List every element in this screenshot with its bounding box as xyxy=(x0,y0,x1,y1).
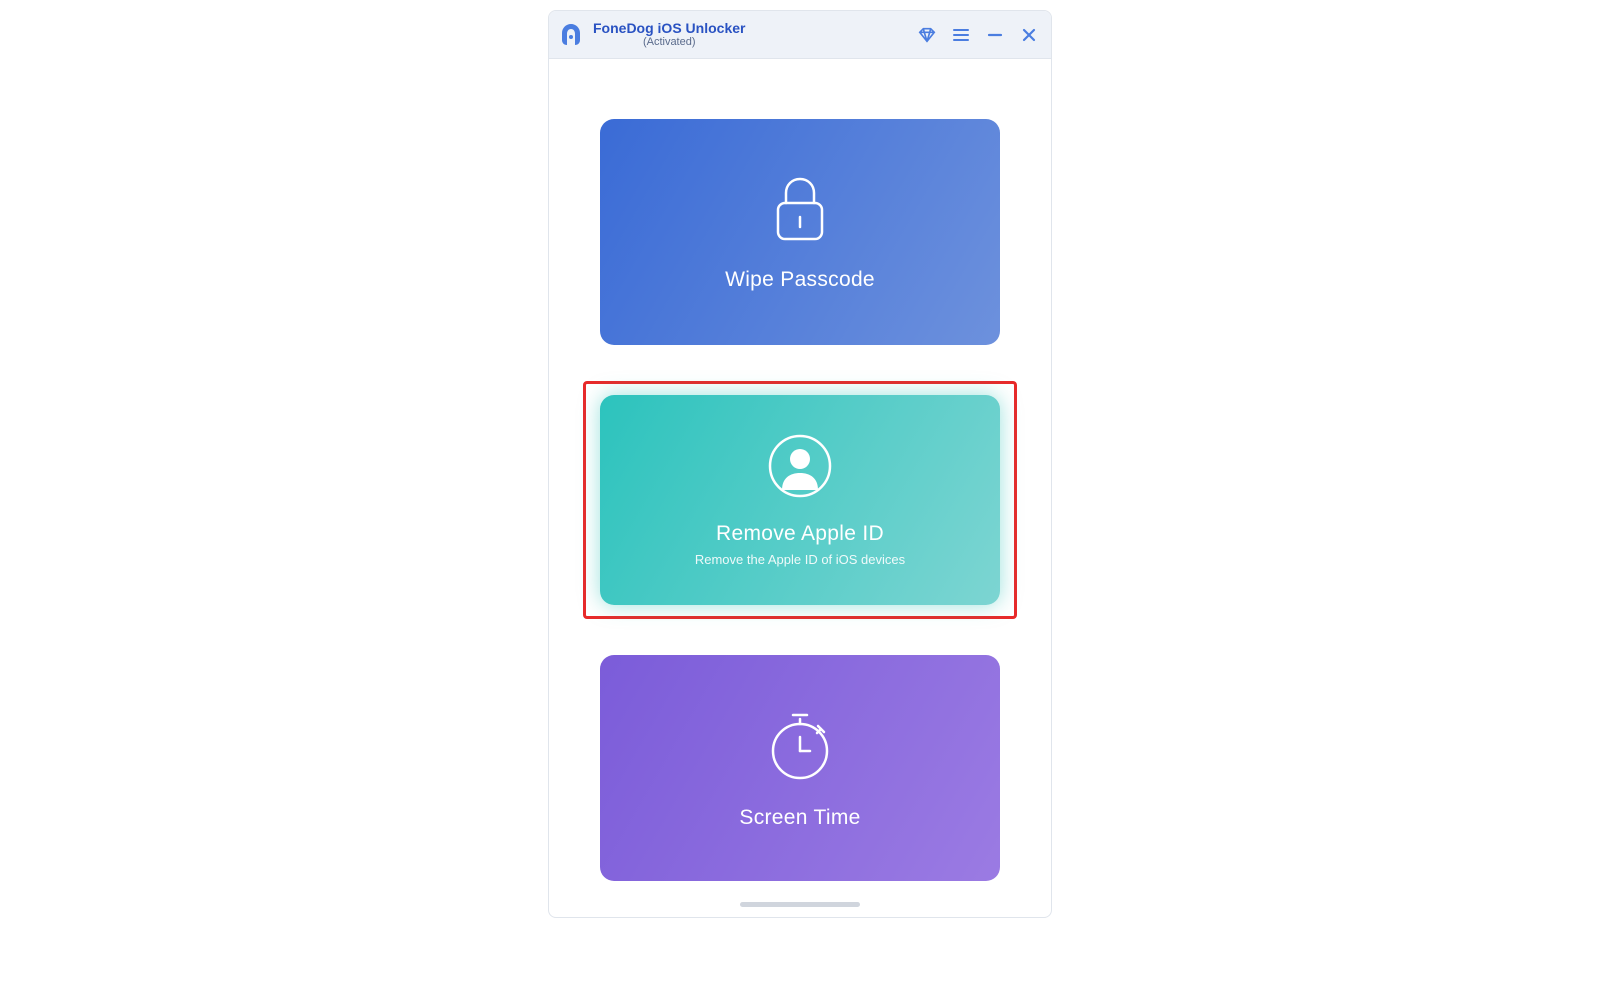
minimize-icon[interactable] xyxy=(985,25,1005,45)
remove-apple-id-card[interactable]: Remove Apple ID Remove the Apple ID of i… xyxy=(600,395,1000,605)
remove-apple-id-subtitle: Remove the Apple ID of iOS devices xyxy=(695,552,905,567)
wipe-passcode-card[interactable]: Wipe Passcode xyxy=(600,119,1000,345)
content-area: Wipe Passcode Remove Apple ID Remove the… xyxy=(549,59,1051,902)
title-actions xyxy=(917,25,1039,45)
person-circle-icon xyxy=(767,433,833,504)
wipe-passcode-title: Wipe Passcode xyxy=(725,268,875,292)
title-bar: FoneDog iOS Unlocker (Activated) xyxy=(549,11,1051,59)
stopwatch-icon xyxy=(765,707,835,788)
close-icon[interactable] xyxy=(1019,25,1039,45)
bottom-handle xyxy=(740,902,860,907)
diamond-icon[interactable] xyxy=(917,25,937,45)
app-subtitle: (Activated) xyxy=(593,36,745,48)
highlight-box: Remove Apple ID Remove the Apple ID of i… xyxy=(583,381,1017,619)
logo-wrap: FoneDog iOS Unlocker (Activated) xyxy=(557,21,745,49)
app-logo-icon xyxy=(557,21,585,49)
screen-time-title: Screen Time xyxy=(739,806,860,830)
lock-icon xyxy=(768,173,832,250)
menu-icon[interactable] xyxy=(951,25,971,45)
remove-apple-id-title: Remove Apple ID xyxy=(716,522,884,546)
screen-time-card[interactable]: Screen Time xyxy=(600,655,1000,881)
app-title: FoneDog iOS Unlocker xyxy=(593,21,745,36)
app-window: FoneDog iOS Unlocker (Activated) xyxy=(548,10,1052,918)
